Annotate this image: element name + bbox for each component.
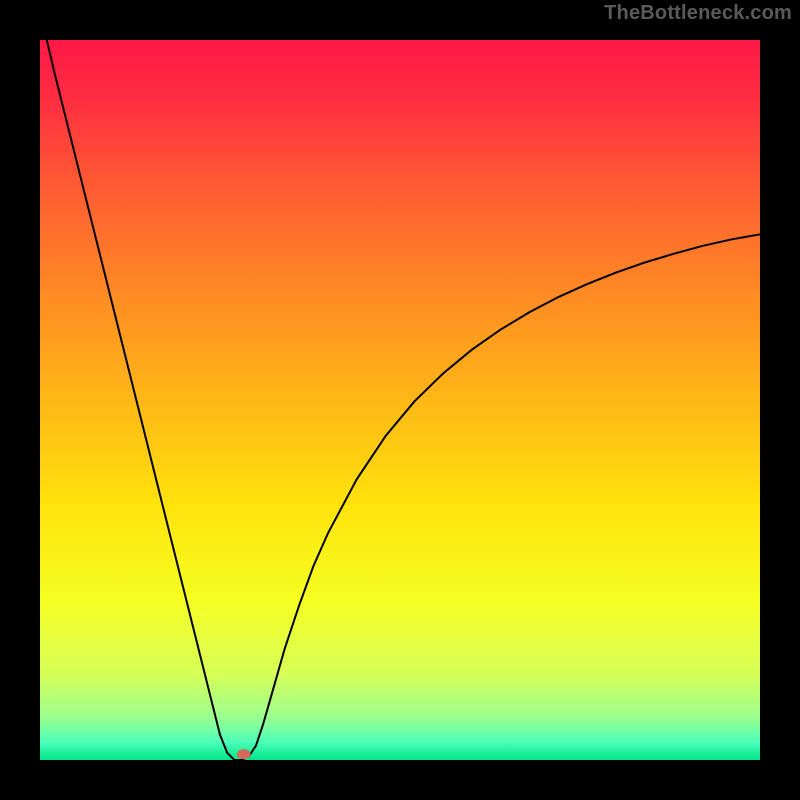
plot-area — [40, 40, 760, 760]
optimal-point-marker — [237, 749, 251, 759]
plot-background — [40, 40, 760, 760]
watermark-text: TheBottleneck.com — [604, 2, 792, 25]
plot-svg — [40, 40, 760, 760]
chart-frame: TheBottleneck.com — [0, 0, 800, 800]
